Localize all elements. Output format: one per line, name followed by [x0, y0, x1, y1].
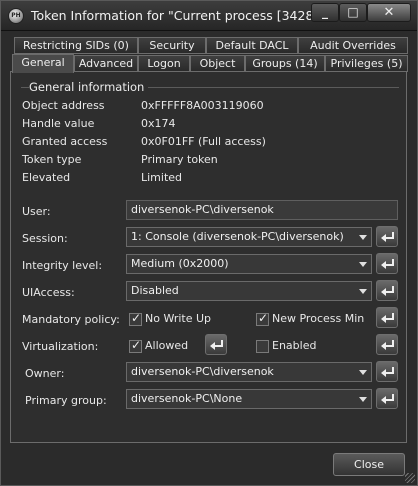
- primary-group-apply-button[interactable]: [376, 388, 398, 409]
- object-address-label: Object address: [22, 99, 105, 112]
- maximize-button[interactable]: □: [339, 3, 367, 22]
- chevron-down-icon: [359, 289, 367, 294]
- primary-group-value: diversenok-PC\None: [131, 392, 243, 405]
- close-window-button[interactable]: ✕: [367, 3, 411, 22]
- token-info-window: PH Token Information for "Current proces…: [0, 0, 418, 486]
- handle-value-value: 0x174: [141, 117, 176, 130]
- new-process-min-checkbox[interactable]: [256, 311, 269, 326]
- no-write-up-checkbox[interactable]: [129, 311, 142, 326]
- token-type-label: Token type: [22, 153, 82, 166]
- apply-arrow-icon: [210, 340, 223, 350]
- app-icon: PH: [8, 8, 24, 24]
- virtualization-enabled-checkbox[interactable]: [256, 340, 269, 353]
- apply-arrow-icon: [381, 367, 394, 377]
- virtualization-label: Virtualization:: [22, 340, 99, 353]
- integrity-apply-button[interactable]: [376, 253, 398, 274]
- chevron-down-icon: [359, 235, 367, 240]
- resize-grip[interactable]: [405, 473, 415, 483]
- granted-access-value: 0x0F01FF (Full access): [141, 135, 266, 148]
- user-field[interactable]: diversenok-PC\diversenok: [126, 200, 398, 220]
- tab-audit-overrides[interactable]: Audit Overrides: [298, 37, 408, 54]
- chevron-down-icon: [359, 397, 367, 402]
- session-value: 1: Console (diversenok-PC\diversenok): [131, 230, 344, 243]
- apply-arrow-icon: [381, 286, 394, 296]
- general-information-heading: General information: [29, 80, 149, 94]
- integrity-level-dropdown[interactable]: Medium (0x2000): [126, 254, 372, 274]
- token-type-value: Primary token: [141, 153, 218, 166]
- no-write-up-label[interactable]: No Write Up: [145, 312, 211, 325]
- tab-groups[interactable]: Groups (14): [245, 55, 325, 72]
- owner-label: Owner:: [25, 367, 65, 380]
- virtualization-allowed-label[interactable]: Allowed: [145, 339, 188, 352]
- user-label: User:: [22, 205, 51, 218]
- owner-apply-button[interactable]: [376, 361, 398, 382]
- new-process-min-label[interactable]: New Process Min: [272, 312, 364, 325]
- elevated-label: Elevated: [22, 171, 71, 184]
- integrity-level-value: Medium (0x2000): [131, 257, 229, 270]
- virtualization-allowed-checkbox[interactable]: [129, 338, 142, 353]
- minimize-button[interactable]: _: [311, 3, 339, 22]
- owner-dropdown[interactable]: diversenok-PC\diversenok: [126, 362, 372, 382]
- chevron-down-icon: [359, 262, 367, 267]
- elevated-value: Limited: [141, 171, 183, 184]
- object-address-value: 0xFFFFF8A003119060: [141, 99, 264, 112]
- title-bar[interactable]: PH Token Information for "Current proces…: [1, 1, 417, 31]
- window-title: Token Information for "Current process […: [31, 8, 325, 23]
- virtualization-enabled-apply-button[interactable]: [376, 334, 398, 355]
- tab-logon[interactable]: Logon: [138, 55, 190, 72]
- primary-group-label: Primary group:: [25, 394, 107, 407]
- apply-arrow-icon: [381, 259, 394, 269]
- close-button[interactable]: Close: [333, 453, 405, 476]
- virtualization-allowed-apply-button[interactable]: [205, 334, 227, 355]
- granted-access-label: Granted access: [22, 135, 108, 148]
- uiaccess-apply-button[interactable]: [376, 280, 398, 301]
- session-dropdown[interactable]: 1: Console (diversenok-PC\diversenok): [126, 227, 372, 247]
- uiaccess-value: Disabled: [131, 284, 179, 297]
- mandatory-policy-apply-button[interactable]: [376, 307, 398, 328]
- session-apply-button[interactable]: [376, 226, 398, 247]
- apply-arrow-icon: [381, 232, 394, 242]
- primary-group-dropdown[interactable]: diversenok-PC\None: [126, 389, 372, 409]
- owner-value: diversenok-PC\diversenok: [131, 365, 274, 378]
- tab-default-dacl[interactable]: Default DACL: [206, 37, 298, 54]
- apply-arrow-icon: [381, 394, 394, 404]
- integrity-level-label: Integrity level:: [22, 259, 103, 272]
- tab-advanced[interactable]: Advanced: [74, 55, 138, 72]
- session-label: Session:: [22, 232, 68, 245]
- uiaccess-dropdown[interactable]: Disabled: [126, 281, 372, 301]
- apply-arrow-icon: [381, 313, 394, 323]
- chevron-down-icon: [359, 370, 367, 375]
- tab-privileges[interactable]: Privileges (5): [325, 55, 408, 72]
- uiaccess-label: UIAccess:: [22, 286, 75, 299]
- tab-security[interactable]: Security: [138, 37, 206, 54]
- tab-general[interactable]: General: [12, 54, 74, 73]
- handle-value-label: Handle value: [22, 117, 95, 130]
- apply-arrow-icon: [381, 340, 394, 350]
- mandatory-policy-label: Mandatory policy:: [22, 313, 120, 326]
- tab-object[interactable]: Object: [190, 55, 245, 72]
- tab-restricting-sids[interactable]: Restricting SIDs (0): [14, 37, 138, 54]
- virtualization-enabled-label[interactable]: Enabled: [272, 339, 316, 352]
